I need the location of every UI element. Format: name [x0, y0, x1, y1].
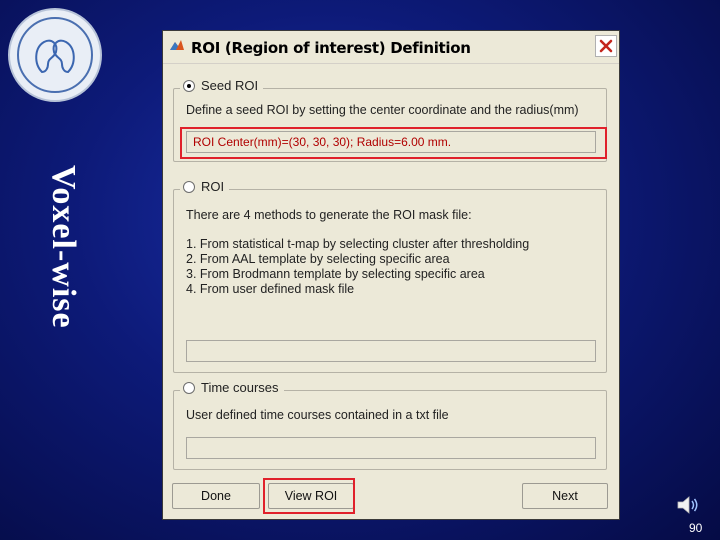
time-courses-option[interactable]: Time courses	[180, 380, 284, 395]
institution-logo	[8, 8, 102, 102]
time-courses-description: User defined time courses contained in a…	[186, 408, 449, 422]
roi-radio-icon[interactable]	[183, 180, 195, 193]
roi-definition-window: ROI (Region of interest) Definition Seed…	[162, 30, 620, 520]
time-courses-label: Time courses	[201, 380, 279, 395]
roi-method-3: 3. From Brodmann template by selecting s…	[186, 267, 485, 281]
time-courses-field[interactable]	[186, 437, 596, 459]
roi-method-1: 1. From statistical t-map by selecting c…	[186, 237, 530, 251]
roi-label: ROI	[201, 179, 225, 194]
close-icon	[599, 39, 613, 53]
logo-faces-icon	[35, 39, 75, 74]
roi-field[interactable]	[186, 340, 596, 362]
seed-roi-field-highlight	[180, 127, 607, 159]
roi-option[interactable]: ROI	[180, 179, 230, 194]
matlab-icon	[170, 40, 184, 50]
seed-roi-option[interactable]: Seed ROI	[180, 78, 264, 93]
next-button[interactable]: Next	[522, 483, 608, 509]
time-courses-radio-icon[interactable]	[183, 381, 195, 394]
speaker-icon[interactable]	[676, 494, 700, 516]
seed-roi-label: Seed ROI	[201, 78, 259, 93]
roi-intro: There are 4 methods to generate the ROI …	[186, 208, 472, 222]
done-button[interactable]: Done	[172, 483, 260, 509]
roi-group: ROI There are 4 methods to generate the …	[173, 179, 607, 373]
title-bar[interactable]: ROI (Region of interest) Definition	[163, 31, 619, 64]
roi-method-2: 2. From AAL template by selecting specif…	[186, 252, 450, 266]
view-roi-button-highlight	[263, 478, 355, 514]
time-courses-group: Time courses User defined time courses c…	[173, 380, 607, 470]
seed-roi-radio-icon[interactable]	[183, 79, 195, 92]
slide-title: Voxel-wise	[45, 165, 82, 329]
seed-roi-description: Define a seed ROI by setting the center …	[186, 103, 579, 117]
roi-method-4: 4. From user defined mask file	[186, 282, 355, 296]
window-title: ROI (Region of interest) Definition	[191, 39, 471, 57]
page-number: 90	[689, 521, 703, 535]
close-button[interactable]	[595, 35, 617, 57]
